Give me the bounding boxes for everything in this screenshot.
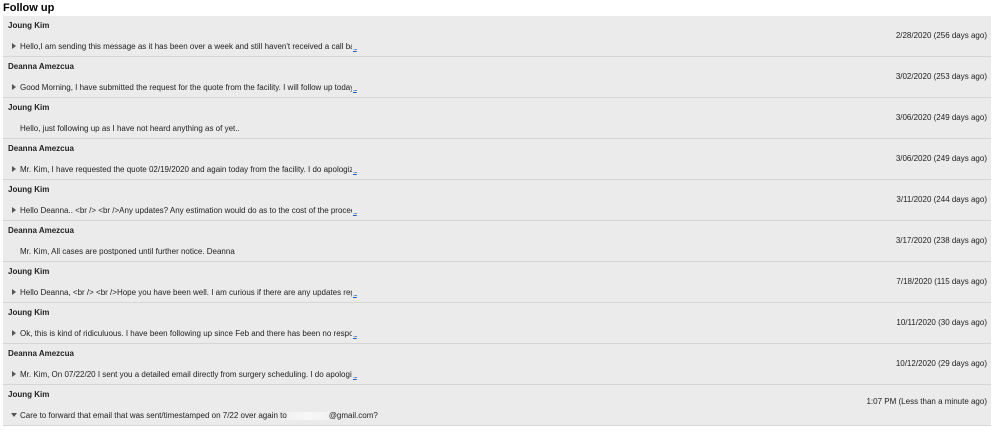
message-date: 10/11/2020 (30 days ago) [896, 318, 987, 327]
more-link[interactable]: ... [353, 166, 358, 175]
message-text: Good Morning, I have submitted the reque… [20, 83, 352, 92]
message-text: Hello, just following up as I have not h… [20, 124, 240, 133]
message-row: Joung Kim 3/06/2020 (249 days ago) Hello… [3, 98, 991, 139]
collapse-arrow-icon[interactable] [10, 411, 19, 420]
message-author: Deanna Amezcua [8, 144, 74, 153]
message-preview: Hello, just following up as I have not h… [10, 124, 240, 133]
message-author: Joung Kim [8, 308, 50, 317]
message-preview: Mr. Kim, All cases are postponed until f… [10, 247, 235, 256]
message-row[interactable]: Deanna Amezcua 10/12/2020 (29 days ago) … [3, 344, 991, 385]
expand-arrow-icon[interactable] [10, 329, 19, 338]
message-author: Joung Kim [8, 21, 50, 30]
message-date: 2/28/2020 (256 days ago) [895, 31, 987, 40]
message-date: 7/18/2020 (115 days ago) [896, 277, 987, 286]
message-date: 3/02/2020 (253 days ago) [895, 72, 987, 81]
message-preview: Care to forward that email that was sent… [10, 411, 378, 420]
redacted-email [286, 411, 329, 420]
message-date: 3/17/2020 (238 days ago) [895, 236, 987, 245]
expand-arrow-icon[interactable] [10, 288, 19, 297]
message-text: Hello Deanna.. <br /> <br />Any updates?… [20, 206, 352, 215]
more-link[interactable]: ... [353, 330, 358, 339]
message-row[interactable]: Joung Kim 7/18/2020 (115 days ago) Hello… [3, 262, 991, 303]
section-title: Follow up [3, 2, 55, 14]
more-link[interactable]: ... [353, 207, 358, 216]
expand-arrow-icon[interactable] [10, 165, 19, 174]
more-link[interactable]: ... [353, 371, 358, 380]
message-row: Deanna Amezcua 3/17/2020 (238 days ago) … [3, 221, 991, 262]
message-preview: Hello,I am sending this message as it ha… [10, 42, 358, 52]
message-row[interactable]: Joung Kim 3/11/2020 (244 days ago) Hello… [3, 180, 991, 221]
expand-arrow-icon[interactable] [10, 83, 19, 92]
message-text: Mr. Kim, On 07/22/20 I sent you a detail… [20, 370, 352, 379]
message-text: Ok, this is kind of ridiculuous. I have … [20, 329, 352, 338]
more-link[interactable]: ... [353, 289, 358, 298]
message-preview: Good Morning, I have submitted the reque… [10, 83, 358, 93]
more-link[interactable]: ... [353, 43, 358, 52]
message-text-suffix: @gmail.com? [328, 411, 378, 420]
message-preview: Hello Deanna, <br /> <br />Hope you have… [10, 288, 358, 298]
message-preview: Mr. Kim, On 07/22/20 I sent you a detail… [10, 370, 358, 380]
expand-arrow-icon[interactable] [10, 42, 19, 51]
message-date: 3/06/2020 (249 days ago) [895, 154, 987, 163]
message-date: 10/12/2020 (29 days ago) [895, 359, 987, 368]
message-text: Mr. Kim, I have requested the quote 02/1… [20, 165, 352, 174]
expand-arrow-icon[interactable] [10, 370, 19, 379]
message-date: 3/11/2020 (244 days ago) [896, 195, 987, 204]
message-preview: Mr. Kim, I have requested the quote 02/1… [10, 165, 358, 175]
message-author: Joung Kim [8, 267, 50, 276]
message-text: Hello Deanna, <br /> <br />Hope you have… [20, 288, 352, 297]
message-text: Care to forward that email that was sent… [20, 411, 287, 420]
message-preview: Ok, this is kind of ridiculuous. I have … [10, 329, 358, 339]
message-list: Joung Kim 2/28/2020 (256 days ago) Hello… [3, 16, 991, 426]
message-date: 1:07 PM (Less than a minute ago) [866, 397, 987, 406]
message-author: Joung Kim [8, 390, 50, 399]
message-author: Deanna Amezcua [8, 226, 74, 235]
message-row[interactable]: Deanna Amezcua 3/02/2020 (253 days ago) … [3, 57, 991, 98]
message-date: 3/06/2020 (249 days ago) [895, 113, 987, 122]
follow-up-page: Follow up Joung Kim 2/28/2020 (256 days … [0, 0, 1000, 444]
message-row[interactable]: Joung Kim 2/28/2020 (256 days ago) Hello… [3, 16, 991, 57]
message-author: Deanna Amezcua [8, 349, 74, 358]
message-author: Joung Kim [8, 185, 50, 194]
message-author: Deanna Amezcua [8, 62, 74, 71]
more-link[interactable]: ... [353, 84, 358, 93]
message-author: Joung Kim [8, 103, 50, 112]
message-text: Mr. Kim, All cases are postponed until f… [20, 247, 235, 256]
expand-arrow-icon[interactable] [10, 206, 19, 215]
message-row[interactable]: Joung Kim 10/11/2020 (30 days ago) Ok, t… [3, 303, 991, 344]
message-row[interactable]: Joung Kim 1:07 PM (Less than a minute ag… [3, 385, 991, 426]
message-preview: Hello Deanna.. <br /> <br />Any updates?… [10, 206, 358, 216]
message-row[interactable]: Deanna Amezcua 3/06/2020 (249 days ago) … [3, 139, 991, 180]
message-text: Hello,I am sending this message as it ha… [20, 42, 352, 51]
